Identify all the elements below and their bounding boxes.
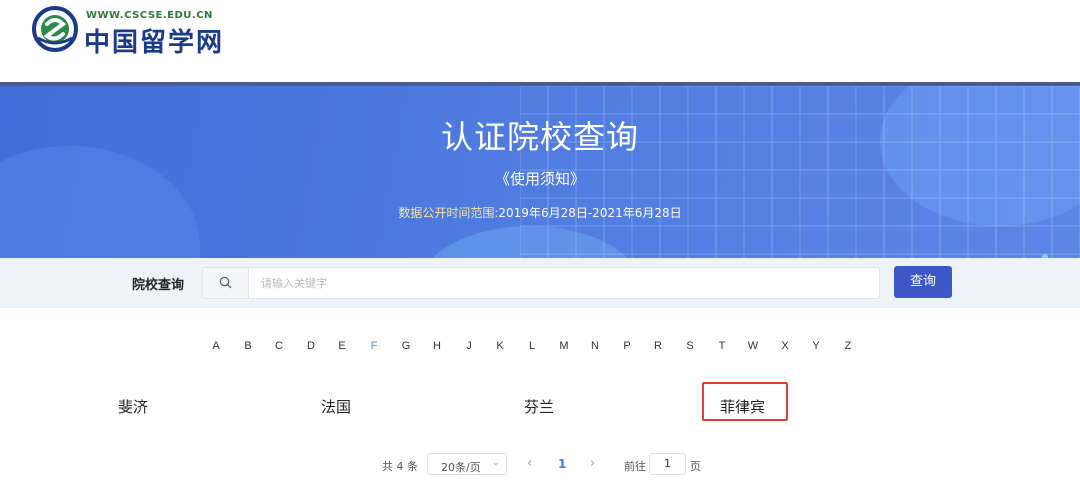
letter-t[interactable]: T (712, 340, 732, 352)
logo-emblem-icon (32, 6, 78, 52)
data-range-value: 2019年6月28日-2021年6月28日 (498, 206, 682, 220)
letter-m[interactable]: M (554, 340, 574, 352)
letter-e[interactable]: E (332, 340, 352, 352)
next-page-button[interactable]: › (590, 456, 595, 471)
letter-y[interactable]: Y (806, 340, 826, 352)
letter-b[interactable]: B (238, 340, 258, 352)
search-icon-container (203, 268, 249, 298)
current-page[interactable]: 1 (558, 457, 566, 471)
letter-k[interactable]: K (490, 340, 510, 352)
letter-w[interactable]: W (743, 340, 763, 352)
goto-page-input[interactable]: 1 (649, 453, 686, 475)
country-item-finland[interactable]: 芬兰 (524, 396, 554, 417)
search-box (202, 267, 880, 299)
prev-page-button[interactable]: ‹ (527, 456, 532, 471)
letter-r[interactable]: R (648, 340, 668, 352)
search-label: 院校查询 (132, 278, 185, 293)
letter-p[interactable]: P (617, 340, 637, 352)
search-bar: 院校查询 查询 (0, 258, 1080, 308)
search-button[interactable]: 查询 (894, 266, 952, 298)
page-title: 认证院校查询 (440, 118, 639, 156)
site-logo[interactable]: WWW.CSCSE.EDU.CN 中国留学网 (32, 6, 272, 58)
site-header: WWW.CSCSE.EDU.CN 中国留学网 (0, 0, 1080, 82)
letter-g[interactable]: G (396, 340, 416, 352)
letter-f[interactable]: F (364, 340, 384, 352)
letter-z[interactable]: Z (838, 340, 858, 352)
letter-h[interactable]: H (427, 340, 447, 352)
total-count: 共 4 条 (382, 460, 418, 473)
banner-decoration (0, 146, 200, 260)
page-suffix: 页 (690, 460, 701, 473)
country-item-france[interactable]: 法国 (321, 396, 351, 417)
data-range-text: 数据公开时间范围:2019年6月28日-2021年6月28日 (0, 204, 1080, 221)
letter-index: ABCDEFGHJKLMNPRSTWXYZ (206, 340, 876, 356)
letter-j[interactable]: J (459, 340, 479, 352)
letter-s[interactable]: S (680, 340, 700, 352)
letter-d[interactable]: D (301, 340, 321, 352)
letter-x[interactable]: X (775, 340, 795, 352)
search-icon (219, 276, 232, 289)
letter-l[interactable]: L (522, 340, 542, 352)
letter-c[interactable]: C (269, 340, 289, 352)
highlight-box (702, 382, 788, 421)
data-range-label: 数据公开时间范围: (398, 206, 499, 220)
hero-banner: 认证院校查询 《使用须知》 数据公开时间范围:2019年6月28日-2021年6… (0, 82, 1080, 260)
search-input[interactable] (261, 274, 861, 292)
chevron-down-icon: ⌄ (491, 457, 500, 468)
letter-a[interactable]: A (206, 340, 226, 352)
page-size-select[interactable]: 20条/页 ⌄ (427, 453, 507, 475)
usage-notice-link[interactable]: 《使用须知》 (0, 168, 1080, 189)
logo-url-text: WWW.CSCSE.EDU.CN (86, 10, 213, 21)
logo-name-text: 中国留学网 (84, 28, 225, 58)
page-size-value: 20条/页 (441, 461, 481, 474)
letter-n[interactable]: N (585, 340, 605, 352)
country-item-fiji[interactable]: 斐济 (118, 396, 148, 417)
pagination: 共 4 条 20条/页 ⌄ ‹ 1 › 前往 1 页 (0, 452, 1080, 478)
goto-label: 前往 (624, 460, 646, 473)
